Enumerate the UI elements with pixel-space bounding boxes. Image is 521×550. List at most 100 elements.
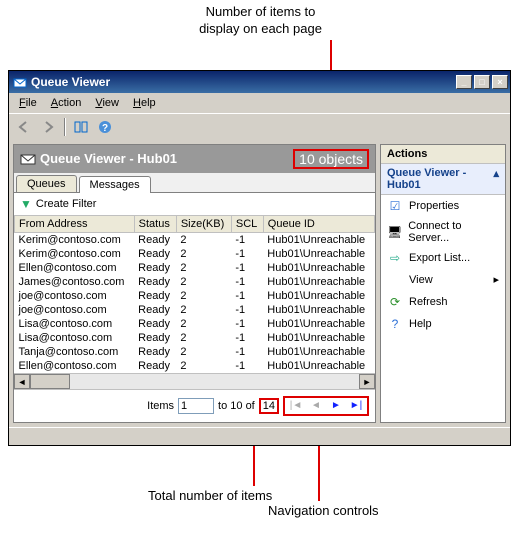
scroll-thumb[interactable] — [30, 374, 70, 389]
cell-from: Kerim@contoso.com — [15, 247, 135, 261]
table-row[interactable]: Lisa@contoso.comReady2-1Hub01\Unreachabl… — [15, 331, 375, 345]
cell-size: 2 — [176, 317, 231, 331]
cell-queue: Hub01\Unreachable — [263, 232, 374, 247]
cell-size: 2 — [176, 303, 231, 317]
blank-icon — [387, 272, 403, 288]
svg-text:?: ? — [102, 123, 108, 134]
show-hide-button[interactable] — [70, 116, 92, 138]
action-label: View — [409, 274, 487, 286]
queue-icon — [20, 151, 36, 167]
action-connect[interactable]: 🖥 Connect to Server... — [381, 217, 505, 247]
table-row[interactable]: James@contoso.comReady2-1Hub01\Unreachab… — [15, 275, 375, 289]
cell-queue: Hub01\Unreachable — [263, 317, 374, 331]
action-export[interactable]: ⇨ Export List... — [381, 247, 505, 269]
actions-header: Actions — [381, 145, 505, 164]
actions-subheader: Queue Viewer - Hub01 ▴ — [381, 164, 505, 195]
nav-controls: |◄ ◄ ► ►| — [283, 396, 369, 416]
cell-scl: -1 — [231, 303, 263, 317]
table-row[interactable]: Ellen@contoso.comReady2-1Hub01\Unreachab… — [15, 261, 375, 275]
cell-status: Ready — [134, 247, 176, 261]
cell-size: 2 — [176, 345, 231, 359]
cell-scl: -1 — [231, 289, 263, 303]
cell-scl: -1 — [231, 345, 263, 359]
to-label: to 10 of — [218, 400, 255, 412]
titlebar: Queue Viewer _ □ × — [9, 71, 510, 93]
app-icon — [13, 75, 27, 89]
table-row[interactable]: Ellen@contoso.comReady2-1Hub01\Unreachab… — [15, 359, 375, 373]
cell-queue: Hub01\Unreachable — [263, 275, 374, 289]
action-label: Connect to Server... — [408, 220, 499, 244]
cell-status: Ready — [134, 303, 176, 317]
menu-view[interactable]: View — [89, 95, 125, 111]
back-button[interactable] — [13, 116, 35, 138]
server-icon: 🖥 — [387, 224, 402, 240]
tab-messages[interactable]: Messages — [79, 176, 151, 193]
horizontal-scrollbar[interactable]: ◄ ► — [14, 373, 375, 389]
scroll-left-arrow[interactable]: ◄ — [14, 374, 30, 389]
window-title: Queue Viewer — [31, 75, 454, 89]
cell-queue: Hub01\Unreachable — [263, 345, 374, 359]
table-row[interactable]: Lisa@contoso.comReady2-1Hub01\Unreachabl… — [15, 317, 375, 331]
cell-queue: Hub01\Unreachable — [263, 247, 374, 261]
nav-first-icon[interactable]: |◄ — [287, 398, 305, 414]
table-row[interactable]: Kerim@contoso.comReady2-1Hub01\Unreachab… — [15, 232, 375, 247]
main-pane: Queue Viewer - Hub01 10 objects Queues M… — [13, 144, 376, 423]
table-row[interactable]: Kerim@contoso.comReady2-1Hub01\Unreachab… — [15, 247, 375, 261]
create-filter-link[interactable]: Create Filter — [36, 198, 97, 210]
tab-queues[interactable]: Queues — [16, 175, 77, 192]
cell-size: 2 — [176, 331, 231, 345]
menu-file[interactable]: File — [13, 95, 43, 111]
actions-pane: Actions Queue Viewer - Hub01 ▴ ☑ Propert… — [380, 144, 506, 423]
col-status[interactable]: Status — [134, 215, 176, 232]
toolbar: ? — [9, 113, 510, 140]
pane-header: Queue Viewer - Hub01 10 objects — [14, 145, 375, 173]
scroll-right-arrow[interactable]: ► — [359, 374, 375, 389]
action-label: Export List... — [409, 252, 470, 264]
cell-from: Lisa@contoso.com — [15, 331, 135, 345]
nav-last-icon[interactable]: ►| — [347, 398, 365, 414]
table-row[interactable]: Tanja@contoso.comReady2-1Hub01\Unreachab… — [15, 345, 375, 359]
cell-scl: -1 — [231, 359, 263, 373]
table-row[interactable]: joe@contoso.comReady2-1Hub01\Unreachable — [15, 303, 375, 317]
minimize-button[interactable]: _ — [456, 75, 472, 89]
close-button[interactable]: × — [492, 75, 508, 89]
col-scl[interactable]: SCL — [231, 215, 263, 232]
action-refresh[interactable]: ⟳ Refresh — [381, 291, 505, 313]
cell-queue: Hub01\Unreachable — [263, 359, 374, 373]
callout-line — [318, 446, 320, 501]
page-from-input[interactable] — [178, 398, 214, 414]
action-label: Help — [409, 318, 432, 330]
table-row[interactable]: joe@contoso.comReady2-1Hub01\Unreachable — [15, 289, 375, 303]
cell-status: Ready — [134, 261, 176, 275]
menu-action[interactable]: Action — [45, 95, 88, 111]
cell-status: Ready — [134, 331, 176, 345]
nav-next-icon[interactable]: ► — [327, 398, 345, 414]
annotation-total: Total number of items — [148, 488, 272, 503]
action-help[interactable]: ? Help — [381, 313, 505, 335]
callout-line — [330, 40, 332, 70]
callout-line — [253, 446, 255, 486]
menu-help[interactable]: Help — [127, 95, 162, 111]
col-size[interactable]: Size(KB) — [176, 215, 231, 232]
filter-icon: ▼ — [20, 197, 32, 211]
help-button[interactable]: ? — [94, 116, 116, 138]
action-view[interactable]: View ▸ — [381, 269, 505, 291]
maximize-button[interactable]: □ — [474, 75, 490, 89]
col-queue[interactable]: Queue ID — [263, 215, 374, 232]
col-from[interactable]: From Address — [15, 215, 135, 232]
cell-scl: -1 — [231, 275, 263, 289]
cell-queue: Hub01\Unreachable — [263, 331, 374, 345]
cell-from: joe@contoso.com — [15, 303, 135, 317]
collapse-icon[interactable]: ▴ — [493, 167, 499, 191]
cell-size: 2 — [176, 275, 231, 289]
refresh-icon: ⟳ — [387, 294, 403, 310]
cell-size: 2 — [176, 261, 231, 275]
help-icon: ? — [387, 316, 403, 332]
cell-from: James@contoso.com — [15, 275, 135, 289]
cell-status: Ready — [134, 289, 176, 303]
nav-prev-icon[interactable]: ◄ — [307, 398, 325, 414]
cell-queue: Hub01\Unreachable — [263, 289, 374, 303]
cell-status: Ready — [134, 345, 176, 359]
action-properties[interactable]: ☑ Properties — [381, 195, 505, 217]
forward-button[interactable] — [37, 116, 59, 138]
